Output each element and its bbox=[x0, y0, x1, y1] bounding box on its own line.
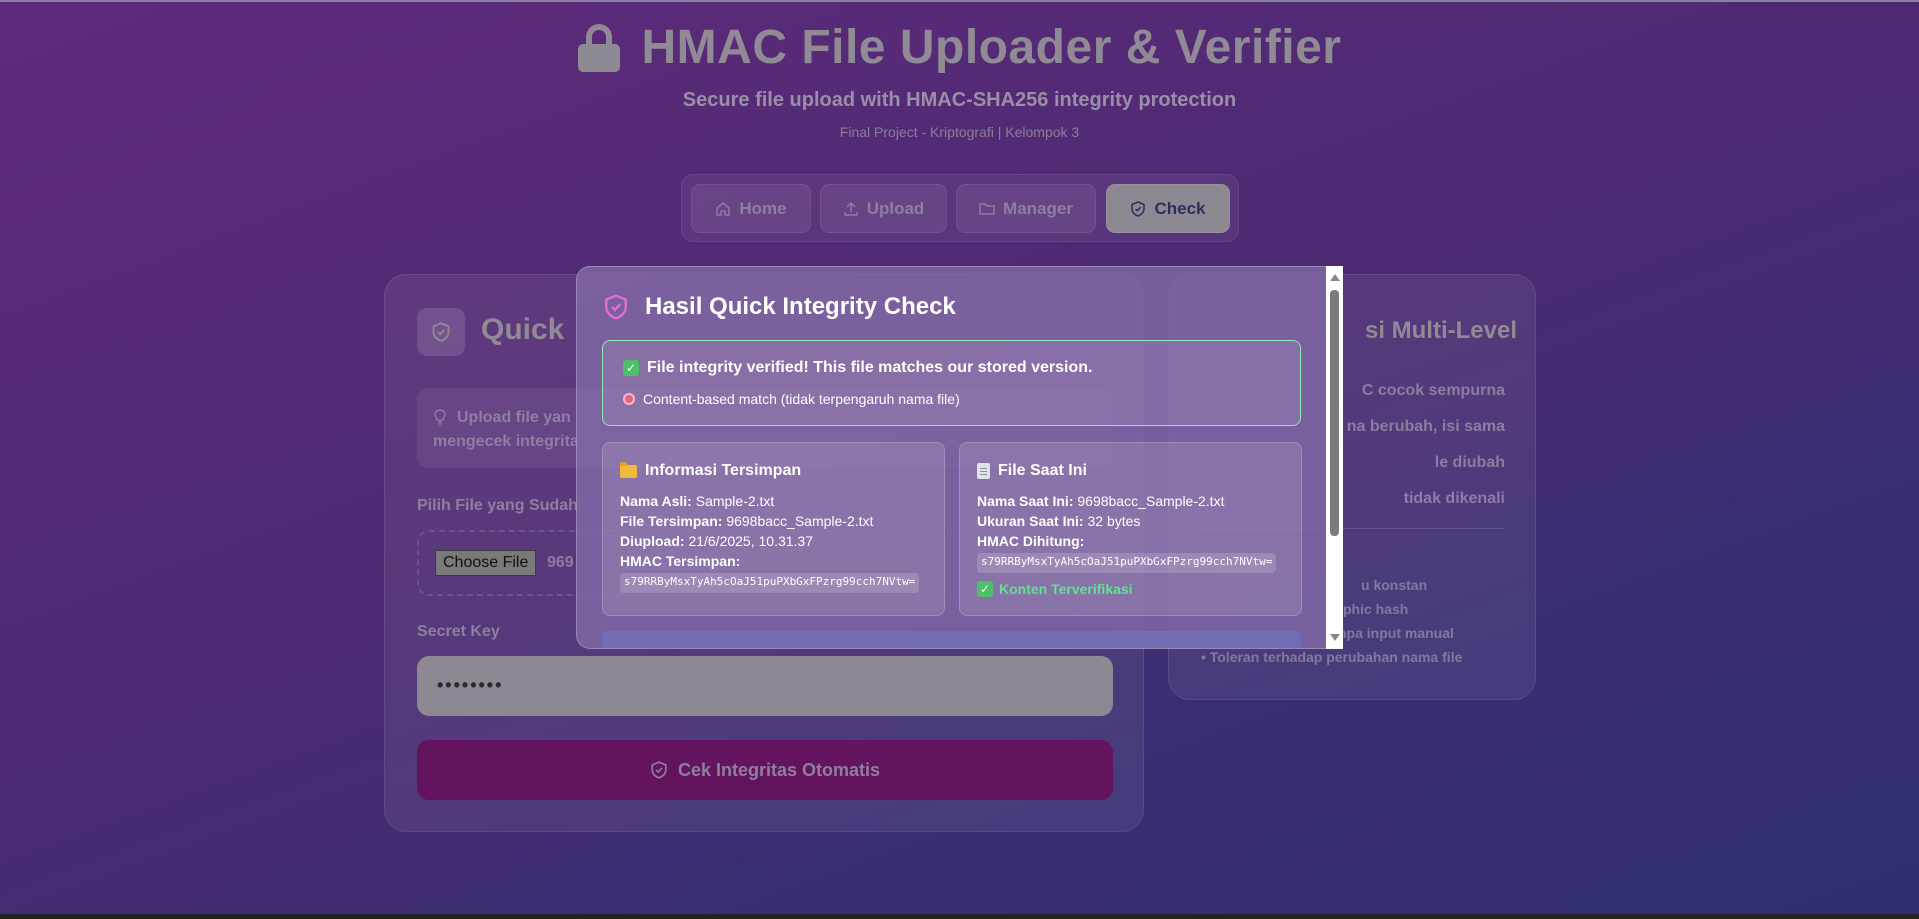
current-name-value: 9698bacc_Sample-2.txt bbox=[1077, 493, 1225, 509]
stored-file-row: File Tersimpan: 9698bacc_Sample-2.txt bbox=[620, 513, 873, 529]
info-note-strip bbox=[602, 631, 1301, 648]
stored-heading-text: Informasi Tersimpan bbox=[645, 462, 802, 479]
card-icon-box bbox=[417, 308, 465, 356]
project-caption: Final Project - Kriptografi | Kelompok 3 bbox=[839, 124, 1080, 140]
stored-hmac-value: s79RRByMsxTyAh5cOaJ51puPXbGxFPzrg99cch7N… bbox=[620, 573, 920, 593]
status-main: ✓ File integrity verified! This file mat… bbox=[623, 359, 1092, 377]
nav-home-label: Home bbox=[739, 198, 787, 218]
stored-file-value: 9698bacc_Sample-2.txt bbox=[726, 513, 874, 529]
feature-item: npa input manual bbox=[1338, 625, 1454, 641]
secret-key-value: •••••••• bbox=[437, 675, 504, 695]
shield-check-icon bbox=[432, 322, 450, 342]
folder-icon bbox=[979, 202, 995, 215]
current-heading-text: File Saat Ini bbox=[998, 462, 1087, 479]
original-name-value: Sample-2.txt bbox=[695, 493, 775, 509]
status-main-text: File integrity verified! This file match… bbox=[647, 359, 1093, 376]
selected-file-name: 969 bbox=[547, 554, 574, 571]
page-title: HMAC File Uploader & Verifier bbox=[641, 21, 1342, 74]
lock-icon bbox=[577, 23, 620, 72]
current-file-heading: File Saat Ini bbox=[977, 462, 1087, 480]
content-verified-badge: ✓ Konten Terverifikasi bbox=[977, 581, 1133, 597]
secret-key-input[interactable]: •••••••• bbox=[417, 656, 1113, 716]
computed-hmac-value: s79RRByMsxTyAh5cOaJ51puPXbGxFPzrg99cch7N… bbox=[977, 553, 1277, 573]
shield-check-icon bbox=[1131, 200, 1146, 217]
shield-check-icon bbox=[651, 761, 667, 779]
stored-info-card: Informasi Tersimpan Nama Asli: Sample-2.… bbox=[602, 442, 945, 616]
current-name-label: Nama Saat Ini: bbox=[977, 493, 1074, 509]
scroll-down-arrow[interactable] bbox=[1330, 634, 1340, 641]
modal-scrollbar[interactable] bbox=[1326, 266, 1343, 649]
stored-hmac-label-row: HMAC Tersimpan: bbox=[620, 553, 740, 569]
feature-item: phic hash bbox=[1343, 601, 1409, 617]
uploaded-row: Diupload: 21/6/2025, 10.31.37 bbox=[620, 533, 813, 549]
red-circle-icon bbox=[623, 393, 635, 405]
secret-key-label: Secret Key bbox=[417, 623, 500, 640]
nav-upload-button[interactable]: Upload bbox=[820, 184, 947, 233]
nav-home-button[interactable]: Home bbox=[691, 184, 811, 233]
computed-hmac-label: HMAC Dihitung: bbox=[977, 533, 1085, 549]
size-label: Ukuran Saat Ini: bbox=[977, 513, 1084, 529]
page-subtitle: Secure file upload with HMAC-SHA256 inte… bbox=[682, 89, 1237, 111]
size-row: Ukuran Saat Ini: 32 bytes bbox=[977, 513, 1140, 529]
feature-item: u konstan bbox=[1361, 577, 1428, 593]
upload-icon bbox=[843, 201, 858, 216]
verification-status-box: ✓ File integrity verified! This file mat… bbox=[602, 340, 1301, 426]
current-name-row: Nama Saat Ini: 9698bacc_Sample-2.txt bbox=[977, 493, 1224, 509]
stored-hmac-label: HMAC Tersimpan: bbox=[620, 553, 741, 569]
modal-title: Hasil Quick Integrity Check bbox=[603, 293, 956, 321]
feature-item: • Toleran terhadap perubahan nama file bbox=[1201, 649, 1463, 665]
window-top-border bbox=[0, 0, 1919, 2]
card-title: Quick bbox=[481, 313, 565, 346]
size-value: 32 bytes bbox=[1087, 513, 1141, 529]
file-field-label: Pilih File yang Sudah bbox=[417, 497, 578, 514]
scroll-up-arrow[interactable] bbox=[1330, 274, 1340, 281]
original-name-label: Nama Asli: bbox=[620, 493, 692, 509]
status-sub-text: Content-based match (tidak terpengaruh n… bbox=[643, 391, 960, 407]
uploaded-label: Diupload: bbox=[620, 533, 685, 549]
taskbar-edge bbox=[0, 914, 1919, 919]
computed-hmac-label-row: HMAC Dihitung: bbox=[977, 533, 1084, 549]
nav-check-button[interactable]: Check bbox=[1106, 184, 1230, 233]
nav-manager-button[interactable]: Manager bbox=[956, 184, 1096, 233]
nav-check-label: Check bbox=[1154, 198, 1206, 218]
page-header: HMAC File Uploader & Verifier Secure fil… bbox=[0, 20, 1919, 140]
status-sub: Content-based match (tidak terpengaruh n… bbox=[623, 391, 960, 407]
auto-check-label: Cek Integritas Otomatis bbox=[677, 759, 881, 780]
check-mark-icon: ✓ bbox=[623, 360, 639, 376]
shield-check-icon bbox=[605, 294, 627, 320]
folder-icon bbox=[620, 461, 637, 478]
scroll-thumb[interactable] bbox=[1330, 290, 1339, 536]
nav-upload-label: Upload bbox=[866, 198, 925, 218]
check-mark-icon: ✓ bbox=[977, 581, 993, 597]
home-icon bbox=[716, 201, 731, 216]
stored-info-heading: Informasi Tersimpan bbox=[620, 461, 802, 480]
auto-check-button[interactable]: Cek Integritas Otomatis bbox=[417, 740, 1113, 800]
document-icon bbox=[977, 463, 990, 479]
content-verified-text: Konten Terverifikasi bbox=[999, 581, 1133, 597]
nav-manager-label: Manager bbox=[1003, 198, 1073, 218]
modal-title-text: Hasil Quick Integrity Check bbox=[645, 293, 956, 320]
original-name-row: Nama Asli: Sample-2.txt bbox=[620, 493, 774, 509]
uploaded-value: 21/6/2025, 10.31.37 bbox=[688, 533, 813, 549]
stored-file-label: File Tersimpan: bbox=[620, 513, 723, 529]
choose-file-button[interactable]: Choose File bbox=[435, 550, 537, 576]
current-file-card: File Saat Ini Nama Saat Ini: 9698bacc_Sa… bbox=[959, 442, 1302, 616]
main-nav: Home Upload Manager Check bbox=[681, 174, 1239, 242]
integrity-result-modal: Hasil Quick Integrity Check ✓ File integ… bbox=[576, 266, 1343, 649]
